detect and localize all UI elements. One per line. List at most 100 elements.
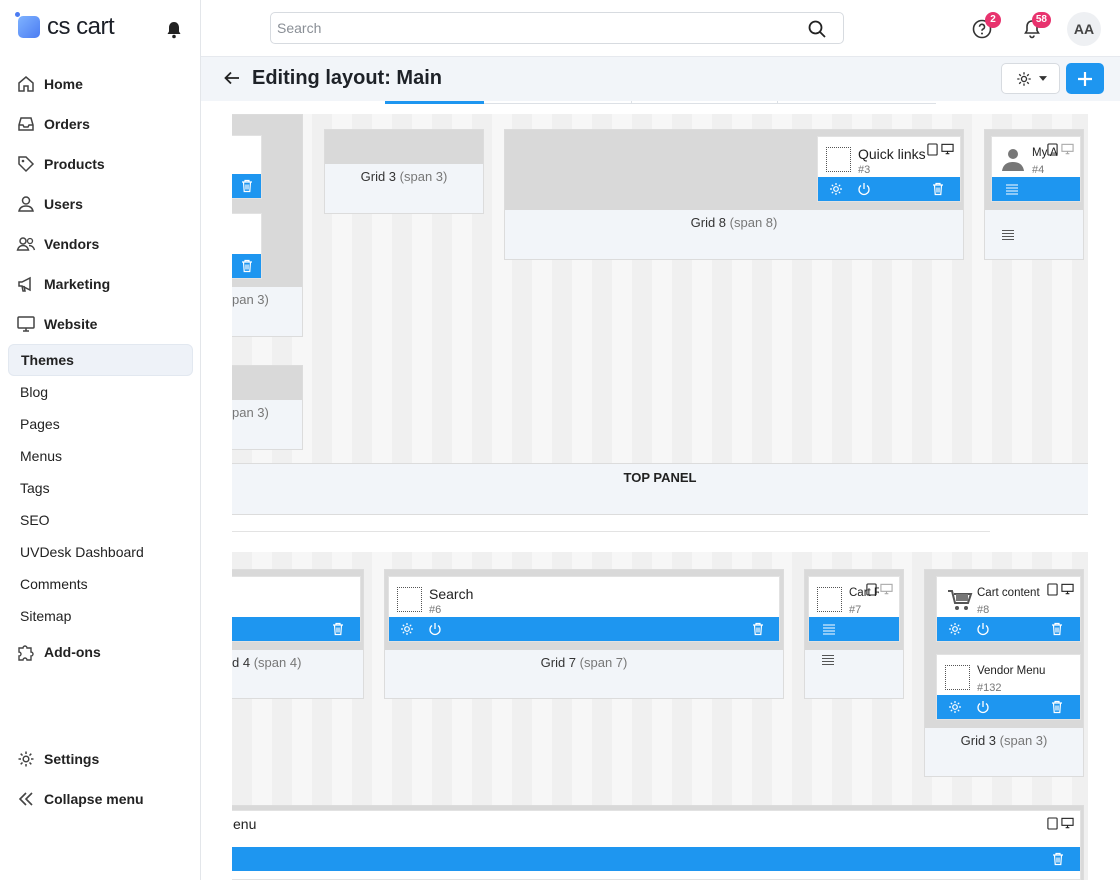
sidebar-subitem-tags[interactable]: Tags <box>8 472 193 504</box>
sidebar-item-marketing[interactable]: Marketing <box>8 264 193 304</box>
search-icon[interactable] <box>807 19 827 39</box>
trash-icon[interactable] <box>1050 851 1066 867</box>
add-button[interactable] <box>1066 63 1104 94</box>
sidebar-subitem-label: Pages <box>20 416 60 432</box>
sidebar-subitem-blog[interactable]: Blog <box>8 376 193 408</box>
tablet-icon[interactable] <box>1047 583 1058 596</box>
grid-bottom-menu[interactable]: enu <box>232 805 1084 880</box>
grid-header <box>325 130 483 164</box>
user-silhouette-icon <box>1002 149 1024 171</box>
sidebar-nav: Home Orders Products Users Vendors Marke… <box>8 64 193 672</box>
gear-icon <box>18 751 34 767</box>
block-toolbar <box>809 617 899 641</box>
gear-icon[interactable] <box>399 621 415 637</box>
grid-4-header[interactable]: d 4 (span 4) <box>232 569 364 699</box>
grid-8-top[interactable]: Quick links #3 Grid 8 (span 8) <box>504 129 964 260</box>
trash-icon[interactable] <box>1049 699 1065 715</box>
power-icon[interactable] <box>427 621 443 637</box>
notifications-badge: 58 <box>1031 12 1051 28</box>
grid-3-top[interactable]: Grid 3 (span 3) <box>324 129 484 214</box>
sidebar-item-vendors[interactable]: Vendors <box>8 224 193 264</box>
sidebar-subitem-seo[interactable]: SEO <box>8 504 193 536</box>
bell-icon[interactable] <box>164 20 184 40</box>
gear-icon[interactable] <box>947 699 963 715</box>
menu-lines-icon[interactable] <box>1004 181 1020 197</box>
menu-lines-icon[interactable] <box>821 654 835 666</box>
block-partial-header[interactable] <box>232 576 361 642</box>
block-quick-links[interactable]: Quick links #3 <box>817 136 961 202</box>
sidebar-subitem-comments[interactable]: Comments <box>8 568 193 600</box>
block-menu[interactable]: enu <box>232 810 1081 880</box>
block-vendor-menu[interactable]: Vendor Menu #132 <box>936 654 1081 720</box>
collapse-menu-button[interactable]: Collapse menu <box>8 779 193 819</box>
gear-icon[interactable] <box>828 181 844 197</box>
tab-active-indicator[interactable] <box>385 101 484 104</box>
tablet-icon[interactable] <box>866 583 877 596</box>
power-icon[interactable] <box>975 621 991 637</box>
trash-icon[interactable] <box>239 178 255 194</box>
grid-label: Grid 8 (span 8) <box>690 215 778 230</box>
grid-cart-review[interactable]: Cart Re... #7 <box>804 569 904 699</box>
caret-down-icon <box>1038 76 1047 81</box>
avatar[interactable]: AA <box>1067 12 1101 46</box>
sidebar-subitem-uvdesk[interactable]: UVDesk Dashboard <box>8 536 193 568</box>
sidebar-bottom: Settings Collapse menu <box>8 739 193 819</box>
block-partial-2[interactable]: es <box>232 213 262 279</box>
menu-lines-icon[interactable] <box>1001 229 1015 241</box>
plus-icon <box>1078 71 1092 86</box>
block-toolbar <box>389 617 779 641</box>
layout-settings-dropdown[interactable] <box>1001 63 1060 94</box>
logo[interactable]: cs cart <box>15 12 115 42</box>
grid-my-account[interactable]: My Ac... #4 <box>984 129 1084 260</box>
grid-partial-top-2[interactable]: pan 3) <box>232 365 303 450</box>
grid-partial-top[interactable]: es es pan 3) <box>232 114 303 337</box>
search-input[interactable] <box>271 13 791 43</box>
help-button[interactable]: 2 <box>971 12 1001 40</box>
sidebar-subitem-menus[interactable]: Menus <box>8 440 193 472</box>
back-arrow-icon[interactable] <box>223 69 241 87</box>
sidebar-subitem-themes[interactable]: Themes <box>8 344 193 376</box>
sidebar-item-products[interactable]: Products <box>8 144 193 184</box>
notifications-button[interactable]: 58 <box>1021 12 1051 40</box>
block-cart-content[interactable]: Cart content #8 <box>936 576 1081 642</box>
trash-icon[interactable] <box>930 181 946 197</box>
block-search[interactable]: Search #6 <box>388 576 780 642</box>
sidebar-subitem-label: Menus <box>20 448 63 464</box>
block-my-account[interactable]: My Ac... #4 <box>991 136 1081 202</box>
desktop-icon[interactable] <box>1061 583 1074 595</box>
desktop-icon[interactable] <box>1061 143 1074 155</box>
trash-icon[interactable] <box>1049 621 1065 637</box>
desktop-icon[interactable] <box>941 143 954 155</box>
tablet-icon[interactable] <box>1047 817 1058 830</box>
block-toolbar <box>232 847 1080 871</box>
sidebar-item-label: Settings <box>44 751 100 767</box>
grid-3-header[interactable]: Cart content #8 Vendor Menu #132 Grid 3 … <box>924 569 1084 777</box>
sidebar-subitem-label: SEO <box>20 512 50 528</box>
search-box <box>270 12 844 44</box>
grid-7-header[interactable]: Search #6 Grid 7 (span 7) <box>384 569 784 699</box>
double-chevron-left-icon <box>18 792 33 806</box>
menu-lines-icon[interactable] <box>821 621 837 637</box>
device-icons <box>1047 143 1074 156</box>
desktop-icon[interactable] <box>880 583 893 595</box>
sidebar-subitem-pages[interactable]: Pages <box>8 408 193 440</box>
sidebar-subitem-sitemap[interactable]: Sitemap <box>8 600 193 632</box>
desktop-icon[interactable] <box>1061 817 1074 829</box>
block-cart-review[interactable]: Cart Re... #7 <box>808 576 900 642</box>
trash-icon[interactable] <box>750 621 766 637</box>
sidebar-item-website[interactable]: Website <box>8 304 193 344</box>
power-icon[interactable] <box>975 699 991 715</box>
sidebar-item-home[interactable]: Home <box>8 64 193 104</box>
trash-icon[interactable] <box>239 258 255 274</box>
sidebar-item-settings[interactable]: Settings <box>8 739 193 779</box>
trash-icon[interactable] <box>330 621 346 637</box>
block-name: Vendor Menu <box>977 665 1046 677</box>
sidebar-item-users[interactable]: Users <box>8 184 193 224</box>
tablet-icon[interactable] <box>1047 143 1058 156</box>
power-icon[interactable] <box>856 181 872 197</box>
tablet-icon[interactable] <box>927 143 938 156</box>
sidebar-item-addons[interactable]: Add-ons <box>8 632 193 672</box>
sidebar-item-orders[interactable]: Orders <box>8 104 193 144</box>
gear-icon[interactable] <box>947 621 963 637</box>
block-partial-1[interactable]: es <box>232 135 262 199</box>
